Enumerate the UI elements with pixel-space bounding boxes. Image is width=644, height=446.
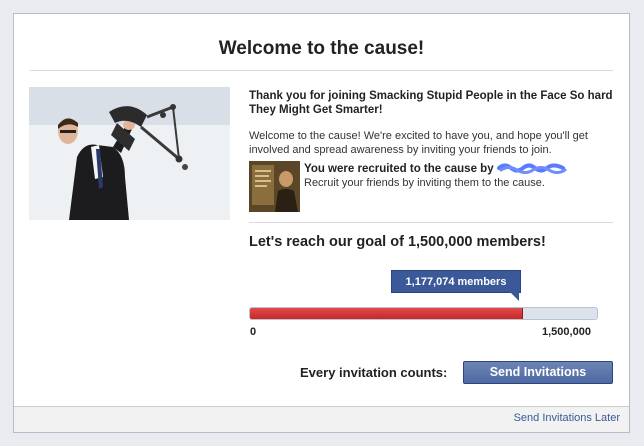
title-divider <box>30 70 613 71</box>
recruit-friends-text: Recruit your friends by inviting them to… <box>304 177 545 189</box>
goal-heading: Let's reach our goal of 1,500,000 member… <box>249 234 546 250</box>
progress-bar <box>249 307 598 320</box>
cause-thumbnail[interactable] <box>249 161 300 212</box>
thank-you-text: Thank you for joining Smacking Stupid Pe… <box>249 90 613 116</box>
send-invitations-button[interactable]: Send Invitations <box>463 361 613 384</box>
progress-fill <box>250 308 524 319</box>
recruited-by-label: You were recruited to the cause by <box>304 163 494 175</box>
send-invitations-later-link[interactable]: Send Invitations Later <box>514 412 620 424</box>
recruiter-text: You were recruited to the cause by Recru… <box>304 162 619 190</box>
progress-min-label: 0 <box>250 326 257 338</box>
progress-max-label: 1,500,000 <box>542 326 591 338</box>
recruiter-block: You were recruited to the cause by Recru… <box>249 161 619 213</box>
member-count-badge: 1,177,074 members <box>391 270 521 293</box>
section-divider <box>249 222 613 223</box>
badge-pointer <box>510 292 519 301</box>
redacted-name-scribble <box>496 163 567 174</box>
intro-block: Thank you for joining Smacking Stupid Pe… <box>249 89 619 157</box>
recruited-by-line: You were recruited to the cause by <box>304 162 619 176</box>
welcome-text: Welcome to the cause! We're excited to h… <box>249 130 588 156</box>
dialog-title: Welcome to the cause! <box>218 38 425 59</box>
dialog-footer: Send Invitations Later <box>14 406 629 432</box>
cause-photo <box>29 87 230 220</box>
invite-label: Every invitation counts: <box>300 365 448 380</box>
welcome-dialog: Welcome to the cause! Thank you for join… <box>13 13 630 433</box>
